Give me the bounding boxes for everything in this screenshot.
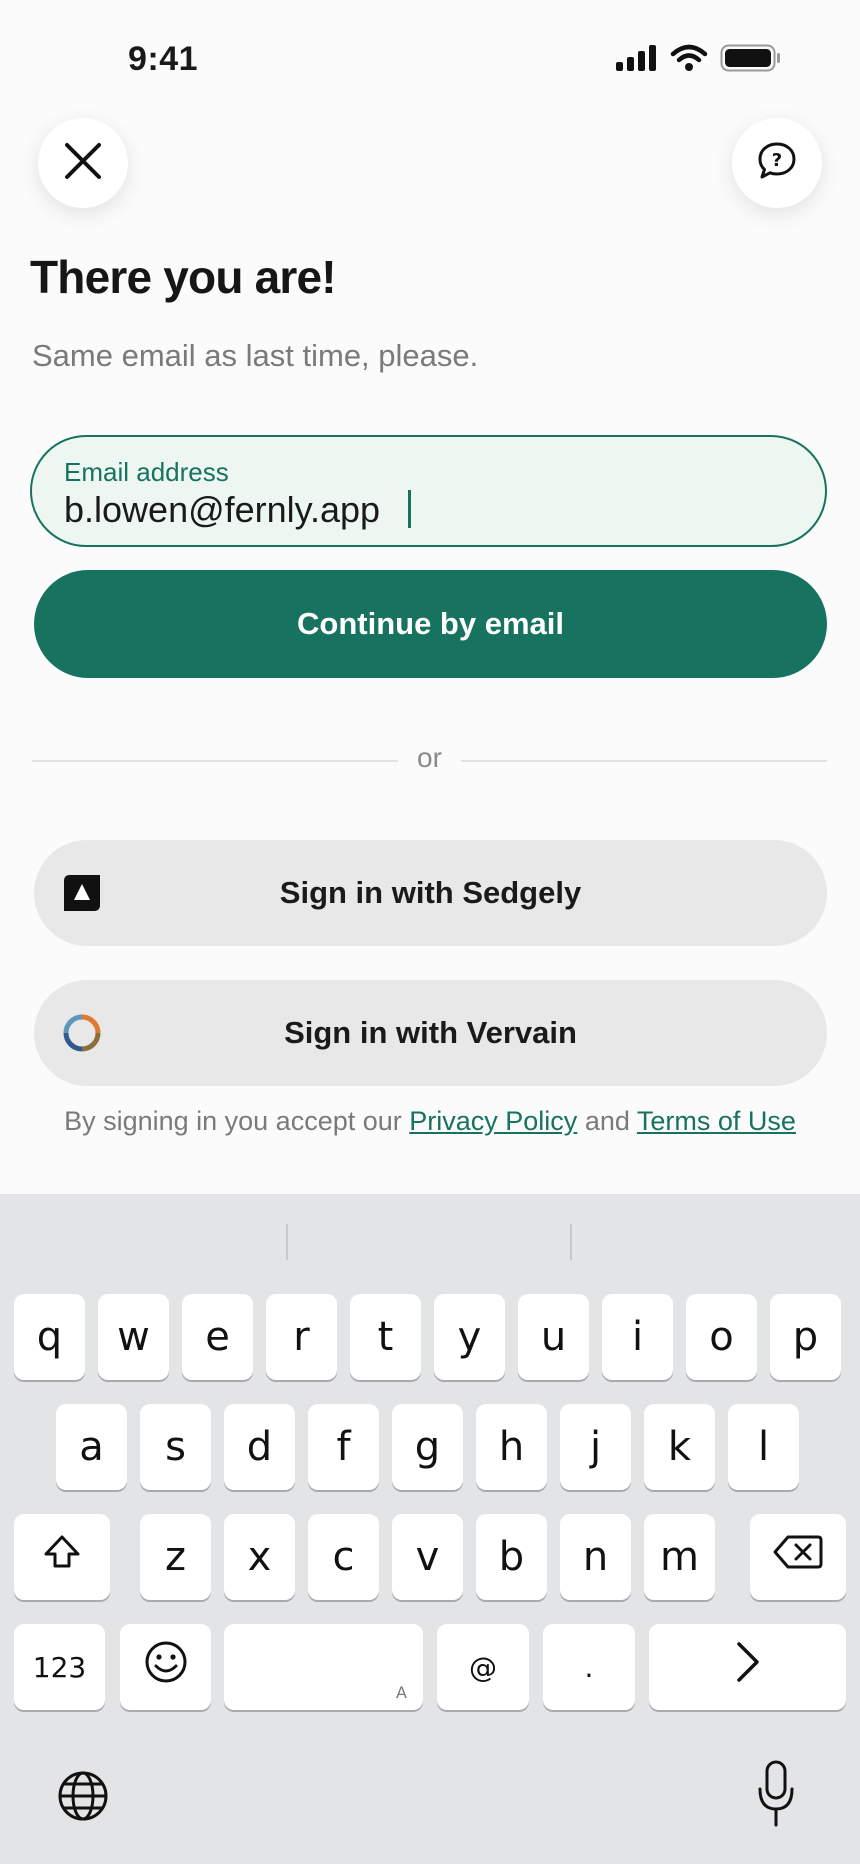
email-field-value-row[interactable]: b.lowen@fernly.app bbox=[64, 489, 412, 531]
svg-text:?: ? bbox=[772, 150, 782, 171]
help-button[interactable]: ? bbox=[732, 118, 822, 208]
chevron-right-icon bbox=[733, 1640, 763, 1694]
key-a[interactable]: a bbox=[56, 1404, 127, 1490]
close-button[interactable] bbox=[38, 118, 128, 208]
sedgely-logo-icon bbox=[62, 873, 102, 913]
status-time: 9:41 bbox=[128, 40, 199, 78]
legal-notice: By signing in you accept our Privacy Pol… bbox=[60, 1104, 800, 1138]
shift-key[interactable] bbox=[14, 1514, 110, 1600]
key-h[interactable]: h bbox=[476, 1404, 547, 1490]
cellular-signal-icon bbox=[616, 45, 658, 76]
key-w[interactable]: w bbox=[98, 1294, 169, 1380]
email-field[interactable]: Email address b.lowen@fernly.app bbox=[30, 435, 827, 547]
terms-of-use-link[interactable]: Terms of Use bbox=[637, 1106, 796, 1136]
close-icon bbox=[63, 141, 103, 186]
divider-label: or bbox=[417, 742, 442, 773]
email-field-value[interactable]: b.lowen@fernly.app bbox=[64, 489, 380, 530]
emoji-icon bbox=[144, 1640, 188, 1694]
text-cursor bbox=[408, 490, 412, 528]
page-title: There you are! bbox=[30, 251, 337, 303]
key-z[interactable]: z bbox=[140, 1514, 211, 1600]
key-j[interactable]: j bbox=[560, 1404, 631, 1490]
backspace-icon bbox=[773, 1534, 823, 1580]
key-o[interactable]: o bbox=[686, 1294, 757, 1380]
key-r[interactable]: r bbox=[266, 1294, 337, 1380]
space-key[interactable]: A bbox=[224, 1624, 423, 1710]
sign-in-sedgely-label: Sign in with Sedgely bbox=[279, 875, 582, 910]
globe-key[interactable] bbox=[56, 1769, 110, 1823]
keyboard: q w e r t y u i o p a s d f g h j k l z … bbox=[0, 1194, 860, 1864]
key-x[interactable]: x bbox=[224, 1514, 295, 1600]
key-m[interactable]: m bbox=[644, 1514, 715, 1600]
key-n[interactable]: n bbox=[560, 1514, 631, 1600]
key-k[interactable]: k bbox=[644, 1404, 715, 1490]
divider-line-right bbox=[461, 760, 827, 762]
sign-in-vervain-button[interactable]: Sign in with Vervain bbox=[34, 980, 827, 1086]
microphone-icon bbox=[756, 1760, 796, 1833]
key-d[interactable]: d bbox=[224, 1404, 295, 1490]
space-key-marker: A bbox=[396, 1683, 407, 1702]
key-c[interactable]: c bbox=[308, 1514, 379, 1600]
shift-icon bbox=[42, 1532, 82, 1582]
key-g[interactable]: g bbox=[392, 1404, 463, 1490]
continue-by-email-label: Continue by email bbox=[297, 606, 564, 641]
go-key[interactable] bbox=[649, 1624, 846, 1710]
suggestion-separator bbox=[286, 1224, 288, 1260]
key-p[interactable]: p bbox=[770, 1294, 841, 1380]
page-subtitle: Same email as last time, please. bbox=[32, 338, 479, 373]
legal-middle: and bbox=[577, 1106, 637, 1136]
globe-icon bbox=[56, 1771, 110, 1827]
key-t[interactable]: t bbox=[350, 1294, 421, 1380]
microphone-key[interactable] bbox=[756, 1759, 796, 1829]
continue-by-email-button[interactable]: Continue by email bbox=[34, 570, 827, 678]
dot-key[interactable]: . bbox=[543, 1624, 635, 1710]
key-u[interactable]: u bbox=[518, 1294, 589, 1380]
backspace-key[interactable] bbox=[750, 1514, 846, 1600]
key-l[interactable]: l bbox=[728, 1404, 799, 1490]
suggestion-separator bbox=[570, 1224, 572, 1260]
vervain-logo-icon bbox=[62, 1013, 102, 1053]
sign-in-sedgely-button[interactable]: Sign in with Sedgely bbox=[34, 840, 827, 946]
key-s[interactable]: s bbox=[140, 1404, 211, 1490]
help-bubble-icon: ? bbox=[756, 140, 798, 187]
legal-prefix: By signing in you accept our bbox=[64, 1106, 410, 1136]
battery-icon bbox=[720, 44, 782, 77]
privacy-policy-link[interactable]: Privacy Policy bbox=[409, 1106, 577, 1136]
or-divider: or bbox=[32, 742, 827, 773]
sign-in-vervain-label: Sign in with Vervain bbox=[284, 1015, 577, 1050]
key-f[interactable]: f bbox=[308, 1404, 379, 1490]
email-field-label: Email address bbox=[64, 457, 229, 487]
key-v[interactable]: v bbox=[392, 1514, 463, 1600]
wifi-icon bbox=[670, 44, 708, 77]
numbers-key[interactable]: 123 bbox=[14, 1624, 105, 1710]
key-e[interactable]: e bbox=[182, 1294, 253, 1380]
key-q[interactable]: q bbox=[14, 1294, 85, 1380]
key-b[interactable]: b bbox=[476, 1514, 547, 1600]
status-icons bbox=[616, 44, 782, 77]
key-y[interactable]: y bbox=[434, 1294, 505, 1380]
emoji-key[interactable] bbox=[120, 1624, 211, 1710]
at-key[interactable]: @ bbox=[437, 1624, 529, 1710]
key-i[interactable]: i bbox=[602, 1294, 673, 1380]
